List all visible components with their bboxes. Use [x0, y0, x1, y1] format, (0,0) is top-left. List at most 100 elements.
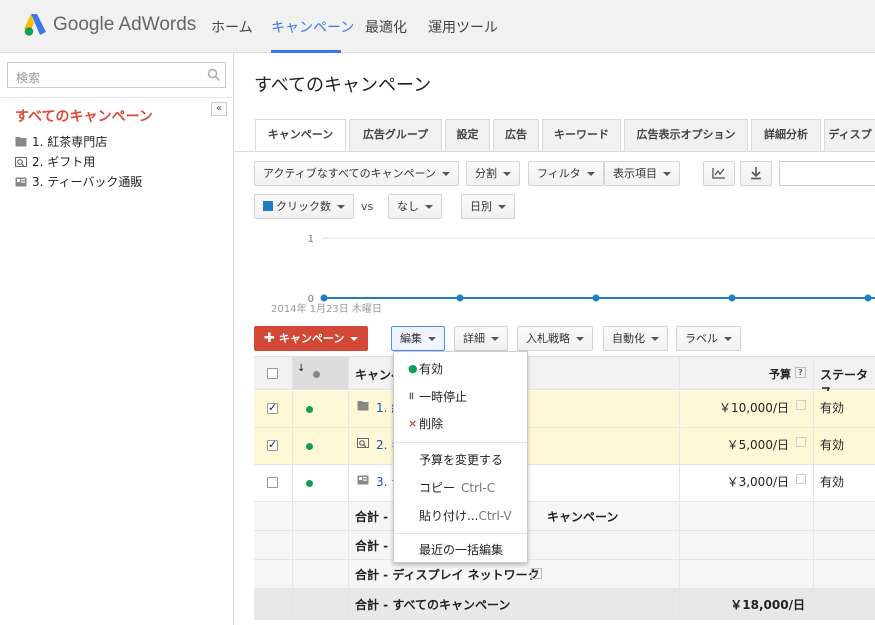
chevron-down-icon	[442, 172, 451, 176]
tab-ad-groups[interactable]: 広告グループ	[349, 119, 442, 151]
labels-button[interactable]: ラベル	[676, 326, 741, 351]
menu-item-paste[interactable]: 貼り付け...Ctrl-V	[394, 503, 527, 529]
tab-dimensions[interactable]: 詳細分析	[751, 119, 821, 151]
chevron-down-icon	[503, 172, 511, 176]
chevron-down-icon	[350, 337, 359, 341]
budget-value: ￥10,000/日	[718, 401, 789, 415]
campaign-filter-select[interactable]: アクティブなすべてのキャンペーン	[254, 161, 460, 186]
menu-item-enable[interactable]: ● 有効	[394, 356, 527, 382]
data-point	[592, 294, 600, 302]
tab-settings[interactable]: 設定	[445, 119, 490, 151]
sidebar-item-label: 3. ティーバック通販	[32, 175, 143, 189]
chart-toggle-button[interactable]	[703, 161, 735, 186]
bid-strategy-button[interactable]: 入札戦略	[517, 326, 593, 351]
performance-chart: 1 0 2014年 1月23日 木曜日	[271, 234, 875, 315]
nav-home[interactable]: ホーム	[211, 17, 253, 37]
chevron-down-icon	[425, 205, 433, 209]
filter-label: フィルタ	[537, 167, 581, 180]
select-all-checkbox[interactable]	[267, 368, 278, 379]
status-dot-icon	[313, 371, 320, 378]
page-title: すべてのキャンペーン	[254, 75, 432, 96]
series-color-swatch	[263, 201, 273, 211]
enabled-dot-icon: ●	[408, 362, 418, 375]
automate-button[interactable]: 自動化	[603, 326, 668, 351]
download-button[interactable]	[740, 161, 772, 186]
edit-budget-icon[interactable]	[796, 437, 806, 447]
tab-ad-extensions[interactable]: 広告表示オプション	[624, 119, 748, 151]
edit-budget-icon[interactable]	[796, 474, 806, 484]
totals-label: 合計 -	[355, 539, 389, 553]
nav-campaigns[interactable]: キャンペーン	[271, 17, 354, 37]
search-input[interactable]: 検索	[7, 62, 226, 88]
data-point	[728, 294, 736, 302]
folder-icon	[15, 137, 27, 147]
segment-button[interactable]: 分割	[466, 161, 520, 186]
help-icon[interactable]: ?	[531, 568, 542, 579]
search-campaigns-input[interactable]	[779, 161, 875, 186]
help-icon[interactable]: ?	[795, 367, 806, 378]
row-checkbox[interactable]	[267, 401, 278, 414]
add-campaign-button[interactable]: ✚ キャンペーン	[254, 326, 369, 351]
edit-button[interactable]: 編集	[391, 326, 445, 351]
status-column-header[interactable]: ステータス	[814, 357, 875, 399]
sidebar-item-campaign-3[interactable]: 3. ティーバック通販	[15, 173, 142, 190]
segment-label: 分割	[475, 167, 497, 180]
row-checkbox[interactable]	[267, 477, 278, 488]
menu-item-change-budget[interactable]: 予算を変更する	[394, 447, 527, 473]
select-all-cell	[254, 357, 293, 389]
period-select[interactable]: 日別	[461, 194, 515, 219]
menu-item-copy[interactable]: コピー Ctrl-C	[394, 475, 527, 501]
folder-icon	[357, 401, 369, 411]
metric-select[interactable]: クリック数	[254, 194, 354, 219]
sidebar-all-campaigns[interactable]: すべてのキャンペーン	[15, 106, 153, 126]
compare-metric-select[interactable]: なし	[388, 194, 442, 219]
sidebar-item-campaign-1[interactable]: 1. 紅茶専門店	[15, 133, 107, 150]
labels-label: ラベル	[685, 332, 718, 345]
sidebar-item-campaign-2[interactable]: 2. ギフト用	[15, 153, 95, 170]
budget-value: ￥5,000/日	[726, 438, 789, 452]
details-label: 詳細	[463, 332, 485, 345]
tab-display-network[interactable]: ディスプ	[824, 119, 875, 151]
row-checkbox[interactable]	[267, 438, 278, 451]
menu-item-label: コピー	[419, 481, 456, 495]
details-button[interactable]: 詳細	[454, 326, 508, 351]
campaign-filter-label: アクティブなすべてのキャンペーン	[263, 167, 437, 180]
sidebar: 検索 « すべてのキャンペーン 1. 紅茶専門店 2. ギフト用 3. ティーバ…	[0, 53, 234, 625]
edit-budget-icon[interactable]	[796, 400, 806, 410]
menu-item-remove[interactable]: × 削除	[394, 411, 527, 437]
menu-item-pause[interactable]: ॥ 一時停止	[394, 384, 527, 410]
columns-button[interactable]: 表示項目	[604, 161, 680, 186]
compare-label: なし	[397, 200, 419, 213]
tab-divider	[235, 151, 875, 152]
pause-icon: ॥	[408, 391, 414, 402]
search-campaign-icon	[15, 157, 27, 167]
table-row[interactable]: 1. 紅 ￥10,000/日 有効	[254, 391, 875, 428]
filter-button[interactable]: フィルタ	[528, 161, 604, 186]
status-sort-header[interactable]: ↓	[293, 357, 349, 389]
chevron-down-icon	[428, 337, 436, 341]
sidebar-item-label: 2. ギフト用	[32, 155, 96, 169]
menu-shortcut: Ctrl-C	[461, 481, 496, 495]
period-label: 日別	[470, 200, 492, 213]
collapse-sidebar-button[interactable]: «	[211, 102, 227, 116]
metric-label: クリック数	[276, 200, 331, 213]
tab-campaigns[interactable]: キャンペーン	[255, 119, 346, 152]
tab-ads[interactable]: 広告	[493, 119, 539, 151]
menu-item-recent-bulk-edits[interactable]: 最近の一括編集	[394, 537, 527, 563]
totals-row: 合計 - キャンペーン	[254, 502, 875, 531]
adwords-logo-icon	[24, 14, 46, 36]
chevron-down-icon	[491, 337, 499, 341]
nav-tools[interactable]: 運用ツール	[428, 17, 498, 37]
search-icon[interactable]	[207, 68, 221, 82]
totals-label: 合計 -	[355, 510, 389, 524]
status-enabled-icon	[306, 443, 313, 450]
nav-optimization[interactable]: 最適化	[365, 17, 407, 37]
search-placeholder: 検索	[16, 71, 41, 85]
table-row[interactable]: 3. テ ￥3,000/日 有効	[254, 465, 875, 502]
automate-label: 自動化	[612, 332, 645, 345]
budget-column-header[interactable]: 予算?	[680, 357, 814, 389]
chevron-down-icon	[724, 337, 732, 341]
brand-name[interactable]: Google AdWords	[53, 14, 196, 36]
table-row[interactable]: 2. ギ ￥5,000/日 有効	[254, 428, 875, 465]
tab-keywords[interactable]: キーワード	[542, 119, 621, 151]
